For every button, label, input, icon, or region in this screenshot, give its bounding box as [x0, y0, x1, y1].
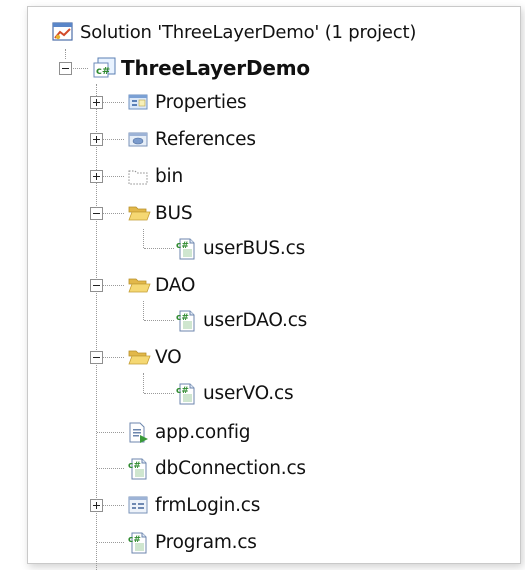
- expand-toggle-references[interactable]: [90, 133, 103, 146]
- tree-item-label: dbConnection.cs: [155, 457, 306, 479]
- tree-item-label: userBUS.cs: [203, 237, 306, 259]
- svg-text:c#: c#: [176, 386, 189, 396]
- collapse-toggle-project[interactable]: [59, 62, 72, 75]
- tree-item-label: ThreeLayerDemo: [121, 56, 310, 80]
- tree-line: [97, 432, 124, 433]
- folder-open-icon: [127, 202, 151, 224]
- tree-item-label: frmLogin.cs: [155, 494, 261, 516]
- csharp-project-icon: c#: [93, 57, 116, 79]
- tree-item-label: bin: [155, 165, 184, 187]
- tree-line: [143, 229, 144, 248]
- tree-line: [144, 248, 174, 249]
- tree-line: [144, 320, 174, 321]
- tree-item-references[interactable]: References: [127, 121, 256, 157]
- tree-item-bus[interactable]: BUS: [127, 195, 193, 231]
- references-icon: [127, 128, 149, 150]
- solution-icon: [52, 21, 74, 43]
- tree-line: [143, 373, 144, 393]
- tree-item-bin[interactable]: bin: [127, 158, 183, 194]
- tree-item-program-cs[interactable]: c# Program.cs: [127, 524, 257, 560]
- expand-toggle-bin[interactable]: [90, 170, 103, 183]
- config-file-icon: [127, 421, 149, 443]
- folder-open-icon: [127, 274, 151, 296]
- tree-line: [97, 468, 124, 469]
- tree-line: [102, 285, 124, 286]
- csharp-file-icon: c#: [175, 382, 197, 405]
- tree-line: [102, 213, 124, 214]
- tree-item-label: BUS: [155, 202, 193, 224]
- svg-text:c#: c#: [96, 66, 110, 77]
- tree-item-label: References: [155, 128, 256, 150]
- tree-item-label: Program.cs: [155, 531, 257, 553]
- tree-item-label: VO: [155, 346, 182, 368]
- tree-line: [102, 102, 124, 103]
- svg-text:c#: c#: [128, 461, 141, 471]
- tree-item-dbconnection-cs[interactable]: c# dbConnection.cs: [127, 450, 306, 486]
- tree-item-label: app.config: [155, 421, 251, 443]
- tree-item-label: Properties: [155, 91, 247, 113]
- collapse-toggle-vo[interactable]: [90, 351, 103, 364]
- csharp-file-icon: c#: [175, 237, 197, 260]
- svg-text:c#: c#: [128, 535, 141, 545]
- tree-line: [144, 393, 174, 394]
- tree-line: [97, 542, 124, 543]
- expand-toggle-properties[interactable]: [90, 96, 103, 109]
- folder-hidden-icon: [127, 165, 149, 187]
- tree-line: [102, 357, 124, 358]
- tree-line: [102, 139, 124, 140]
- properties-icon: [127, 91, 149, 113]
- tree-item-solution[interactable]: Solution 'ThreeLayerDemo' (1 project): [52, 14, 416, 50]
- tree-item-userdao-cs[interactable]: c# userDAO.cs: [175, 302, 307, 338]
- tree-item-label: userVO.cs: [203, 382, 294, 404]
- tree-item-label: Solution 'ThreeLayerDemo' (1 project): [80, 21, 417, 43]
- csharp-file-icon: c#: [175, 309, 197, 332]
- expand-toggle-frmlogin[interactable]: [90, 499, 103, 512]
- folder-open-icon: [127, 346, 151, 368]
- tree-item-label: userDAO.cs: [203, 309, 308, 331]
- tree-item-frmlogin-cs[interactable]: frmLogin.cs: [127, 487, 260, 523]
- tree-item-dao[interactable]: DAO: [127, 267, 195, 303]
- svg-text:c#: c#: [176, 313, 189, 323]
- tree-item-userbus-cs[interactable]: c# userBUS.cs: [175, 230, 305, 266]
- collapse-toggle-bus[interactable]: [90, 207, 103, 220]
- tree-item-vo[interactable]: VO: [127, 339, 182, 375]
- tree-item-app-config[interactable]: app.config: [127, 414, 251, 450]
- svg-text:c#: c#: [176, 241, 189, 251]
- csharp-file-icon: c#: [127, 531, 149, 554]
- tree-line: [102, 505, 124, 506]
- form-icon: [127, 494, 149, 516]
- tree-line: [102, 176, 124, 177]
- collapse-toggle-dao[interactable]: [90, 279, 103, 292]
- tree-item-label: DAO: [155, 274, 196, 296]
- csharp-file-icon: c#: [127, 457, 149, 480]
- tree-line: [65, 49, 66, 59]
- tree-line: [143, 301, 144, 320]
- tree-item-project[interactable]: c# ThreeLayerDemo: [93, 50, 310, 86]
- tree-line: [96, 84, 97, 570]
- tree-item-properties[interactable]: Properties: [127, 84, 247, 120]
- tree-item-uservo-cs[interactable]: c# userVO.cs: [175, 375, 294, 411]
